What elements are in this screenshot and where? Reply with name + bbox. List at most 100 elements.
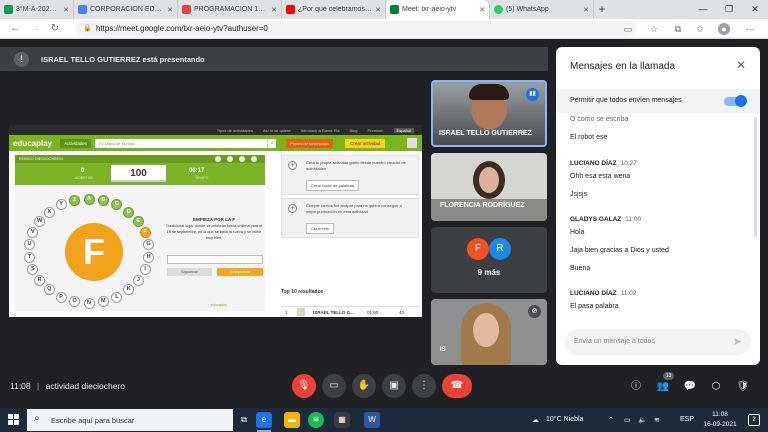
tab-title: PROGRAMACION 16 D... bbox=[194, 6, 269, 13]
chat-title: Mensajes en la llamada bbox=[570, 61, 676, 72]
more-count: 9 más bbox=[477, 268, 501, 277]
browser-tab[interactable]: ¿Por qué celebramos el... ✕ bbox=[282, 0, 386, 19]
meeting-details-icon[interactable]: ⓘ bbox=[629, 380, 643, 394]
chat-icon[interactable]: 💬 bbox=[683, 380, 697, 394]
language-indicator[interactable]: ESP bbox=[680, 416, 694, 423]
browser-tab[interactable]: 3°M-A-2021 - Hojas de... ✕ bbox=[0, 0, 74, 19]
word-icon[interactable]: W bbox=[364, 412, 380, 428]
volume-icon[interactable]: 🔈 bbox=[638, 416, 647, 424]
close-chat-icon[interactable]: ✕ bbox=[736, 58, 746, 72]
send-icon[interactable]: ➤ bbox=[733, 335, 742, 348]
meeting-name: actividad dieciochero bbox=[45, 381, 125, 391]
minimize-icon[interactable]: — bbox=[690, 0, 716, 19]
player-name: ISRAEL TELLO G... bbox=[313, 310, 354, 315]
browser-tab[interactable]: (5) WhatsApp ✕ bbox=[490, 0, 594, 19]
more-menu-icon[interactable]: ⋯ bbox=[744, 23, 756, 35]
chat-message: Jaja bien gracias a Dios y usted bbox=[570, 247, 669, 254]
windows-taskbar: ⌕ Escribe aquí para buscar ⧉ e ▬ ≋ ▦ W ☁… bbox=[0, 408, 768, 432]
shared-screen: Tipos de actividades Así lo se quiere In… bbox=[9, 125, 422, 317]
weather-icon[interactable]: ☁ bbox=[532, 416, 539, 424]
favorites-bar-icon[interactable]: ✩ bbox=[694, 23, 706, 35]
create-card: + Crea tu propia actividad gratis desde … bbox=[281, 155, 419, 195]
close-tab-icon[interactable]: ✕ bbox=[63, 6, 69, 14]
collections-icon[interactable]: ⧉ bbox=[672, 23, 684, 35]
profile-avatar[interactable]: ● bbox=[718, 23, 730, 35]
weather-text[interactable]: 10°C Niebla bbox=[546, 416, 583, 423]
ring-letter: D bbox=[123, 206, 135, 218]
chat-message: El robot ese bbox=[570, 134, 608, 141]
raise-hand-button[interactable]: ✋ bbox=[352, 374, 376, 398]
browser-tab[interactable]: CORPORACIÓN EDUCA... ✕ bbox=[74, 0, 178, 19]
chat-input[interactable]: Envía un mensaje a todos ➤ bbox=[565, 329, 751, 355]
search-icon: ⌕ bbox=[267, 138, 277, 148]
file-explorer-icon[interactable]: ▬ bbox=[284, 412, 300, 428]
sheets-icon bbox=[4, 5, 13, 14]
maximize-icon[interactable]: ❐ bbox=[716, 0, 742, 19]
youtube-icon bbox=[286, 5, 295, 14]
allow-messages-label: Permitir que todos envíen mensajes bbox=[570, 97, 682, 104]
battery-icon[interactable]: ▭ bbox=[624, 416, 631, 424]
presenter-icon: ! bbox=[14, 51, 29, 67]
participant-tile[interactable]: FLORENCIA RODRÍGUEZ bbox=[431, 153, 547, 221]
browser-tab[interactable]: PROGRAMACION 16 D... ✕ bbox=[178, 0, 282, 19]
host-controls-icon[interactable]: 🛡 bbox=[736, 380, 750, 394]
search-icon: ⌕ bbox=[34, 413, 40, 424]
new-tab-icon[interactable]: + bbox=[594, 0, 610, 19]
close-tab-icon[interactable]: ✕ bbox=[167, 6, 173, 14]
time-label: TIEMPO bbox=[195, 176, 209, 180]
windows-start-icon[interactable] bbox=[8, 414, 20, 426]
ring-letter: N bbox=[83, 297, 95, 309]
reload-icon[interactable]: ↻ bbox=[48, 22, 62, 36]
favorite-star-icon[interactable]: ☆ bbox=[648, 23, 660, 35]
close-tab-icon[interactable]: ✕ bbox=[479, 6, 485, 14]
edge-icon[interactable]: e bbox=[256, 412, 272, 428]
end-call-button[interactable]: ☎ bbox=[442, 374, 472, 398]
camera-icon[interactable]: ▭ bbox=[622, 23, 634, 35]
back-icon[interactable]: ← bbox=[8, 22, 22, 36]
chat-scrollbar[interactable] bbox=[754, 117, 757, 237]
close-window-icon[interactable]: ✕ bbox=[742, 0, 768, 19]
browser-tab-strip: 3°M-A-2021 - Hojas de... ✕ CORPORACIÓN E… bbox=[0, 0, 768, 19]
taskbar-clock[interactable]: 11:08 16-09-2021 bbox=[700, 410, 740, 430]
educaplay-navbar: educaplay Actividades Ej: Mapa de Europa… bbox=[9, 135, 422, 151]
chat-message: Buena bbox=[570, 265, 591, 272]
people-icon[interactable]: 👥 bbox=[656, 380, 670, 394]
language-select: Español bbox=[393, 127, 414, 133]
url-field[interactable]: 🔒 https://meet.google.com/txr-aeio-ytv?a… bbox=[76, 21, 636, 37]
spotify-icon[interactable]: ≋ bbox=[308, 412, 324, 428]
task-view-icon[interactable]: ⧉ bbox=[236, 412, 252, 428]
close-tab-icon[interactable]: ✕ bbox=[375, 6, 381, 14]
wifi-icon[interactable]: ≋ bbox=[654, 416, 660, 424]
forward-icon[interactable]: → bbox=[28, 22, 42, 36]
present-button[interactable]: ▣ bbox=[382, 374, 406, 398]
more-participants-tile[interactable]: F R 9 más bbox=[431, 227, 547, 293]
chat-sender: LUCIANO DÍAZ bbox=[570, 290, 617, 297]
camera-button[interactable]: ▭ bbox=[322, 374, 346, 398]
ring-letter: H bbox=[143, 251, 155, 263]
ring-letter: W bbox=[34, 215, 46, 227]
activities-icon[interactable]: ⬡ bbox=[709, 380, 723, 394]
meet-icon bbox=[390, 5, 399, 14]
participant-tile[interactable]: ▮▮ ISRAEL TELLO GUTIERREZ bbox=[431, 80, 547, 147]
app-icon[interactable]: ▦ bbox=[334, 412, 350, 428]
ring-letter: U bbox=[23, 239, 35, 251]
person-hair bbox=[469, 84, 509, 100]
participant-count-badge: 13 bbox=[663, 372, 674, 380]
ring-letter: E bbox=[132, 215, 144, 227]
participant-tile[interactable]: ⊘ IS bbox=[431, 299, 547, 365]
close-tab-icon[interactable]: ✕ bbox=[583, 6, 589, 14]
allow-messages-toggle[interactable] bbox=[724, 95, 747, 107]
browser-tab-active[interactable]: Meet: txr-aeio-ytv ✕ bbox=[386, 0, 490, 19]
ring-letter: T bbox=[23, 251, 35, 263]
avatar bbox=[297, 308, 305, 316]
lock-icon: 🔒 bbox=[83, 25, 92, 32]
challenge-card: + Cumple ciertos fué atrapar para no qui… bbox=[281, 198, 419, 238]
notifications-icon[interactable]: 2 bbox=[748, 414, 760, 426]
mic-off-button[interactable]: 🎙 bbox=[292, 374, 316, 398]
more-options-button[interactable]: ⋮ bbox=[412, 374, 436, 398]
close-tab-icon[interactable]: ✕ bbox=[271, 6, 277, 14]
taskbar-search[interactable]: ⌕ Escribe aquí para buscar bbox=[27, 409, 233, 431]
show-hidden-icons[interactable]: ⌃ bbox=[608, 416, 614, 424]
game-title: ROSCO DIECIOCHERO bbox=[19, 156, 64, 161]
whatsapp-icon bbox=[494, 5, 503, 14]
